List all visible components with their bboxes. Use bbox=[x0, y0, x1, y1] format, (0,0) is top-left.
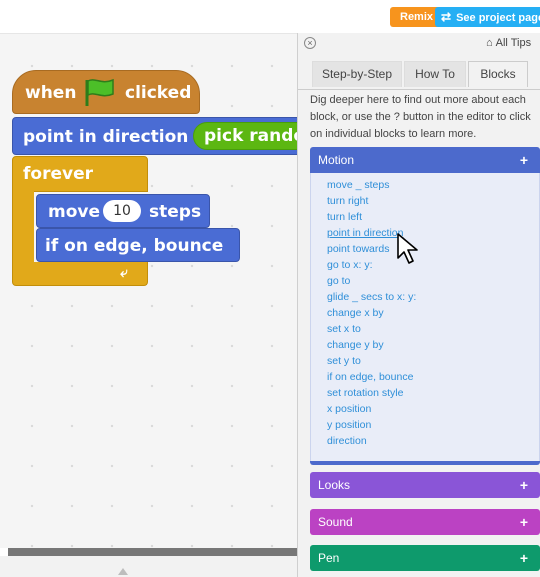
category-motion[interactable]: Motion + bbox=[310, 147, 540, 173]
when-flag-clicked-block[interactable]: when clicked bbox=[12, 70, 200, 114]
top-bar: Remix ⇄ See project page bbox=[0, 0, 540, 32]
tab-blocks[interactable]: Blocks bbox=[468, 61, 528, 87]
mouse-cursor-icon bbox=[397, 233, 418, 264]
tab-step-by-step[interactable]: Step-by-Step bbox=[312, 61, 402, 87]
tips-tabs: Step-by-Step How To Blocks bbox=[312, 61, 528, 87]
point-in-direction-block[interactable]: point in direction pick random bbox=[12, 117, 333, 155]
list-item[interactable]: set rotation style bbox=[327, 387, 403, 399]
list-item[interactable]: go to x: y: bbox=[327, 259, 373, 271]
plus-icon: + bbox=[519, 477, 528, 493]
see-project-page-button[interactable]: ⇄ See project page bbox=[435, 7, 540, 27]
home-icon: ⌂ bbox=[486, 37, 493, 49]
stage-bottom-strip bbox=[0, 556, 297, 577]
forever-block-arm bbox=[12, 190, 34, 268]
list-item[interactable]: glide _ secs to x: y: bbox=[327, 291, 416, 303]
horizontal-scrollbar[interactable] bbox=[8, 548, 297, 556]
list-item[interactable]: go to bbox=[327, 275, 350, 287]
list-item[interactable]: y position bbox=[327, 419, 371, 431]
list-item[interactable]: point towards bbox=[327, 243, 389, 255]
expand-arrow-icon[interactable] bbox=[118, 568, 128, 575]
all-tips-label: All Tips bbox=[495, 37, 532, 49]
list-item[interactable]: change x by bbox=[327, 307, 384, 319]
category-sound[interactable]: Sound + bbox=[310, 509, 540, 535]
if-on-edge-bounce-label: if on edge, bounce bbox=[45, 236, 224, 256]
plus-icon: + bbox=[519, 152, 528, 168]
list-item[interactable]: move _ steps bbox=[327, 179, 389, 191]
forever-label: forever bbox=[23, 164, 93, 184]
tips-panel: × ⌂ All Tips Step-by-Step How To Blocks D… bbox=[297, 33, 540, 577]
category-pen-label: Pen bbox=[318, 551, 340, 565]
list-item[interactable]: if on edge, bounce bbox=[327, 371, 413, 383]
forever-block[interactable]: forever bbox=[12, 156, 148, 192]
tips-intro-text: Dig deeper here to find out more about e… bbox=[310, 94, 531, 140]
category-pen[interactable]: Pen + bbox=[310, 545, 540, 571]
move-steps-block[interactable]: move 10 steps bbox=[36, 194, 210, 228]
motion-block-list: move _ steps turn right turn left point … bbox=[310, 173, 540, 461]
when-label: when bbox=[25, 83, 77, 103]
list-item[interactable]: direction bbox=[327, 435, 367, 447]
list-item[interactable]: change y by bbox=[327, 339, 384, 351]
list-item[interactable]: turn right bbox=[327, 195, 368, 207]
tab-divider bbox=[298, 89, 540, 90]
see-project-page-label: See project page bbox=[456, 12, 540, 24]
category-motion-label: Motion bbox=[318, 153, 355, 167]
list-item[interactable]: turn left bbox=[327, 211, 362, 223]
list-item[interactable]: point in direction bbox=[327, 227, 403, 239]
category-sound-label: Sound bbox=[318, 515, 353, 529]
loop-arrow-icon: ⤶ bbox=[120, 264, 128, 280]
category-looks[interactable]: Looks + bbox=[310, 472, 540, 498]
list-item[interactable]: x position bbox=[327, 403, 371, 415]
plus-icon: + bbox=[519, 550, 528, 566]
if-on-edge-bounce-block[interactable]: if on edge, bounce bbox=[36, 228, 240, 262]
move-label: move bbox=[48, 202, 101, 222]
steps-label: steps bbox=[149, 202, 202, 222]
motion-list-footer bbox=[310, 461, 540, 465]
list-item[interactable]: set x to bbox=[327, 323, 361, 335]
category-looks-label: Looks bbox=[318, 478, 351, 492]
share-icon: ⇄ bbox=[441, 10, 452, 24]
tab-how-to[interactable]: How To bbox=[404, 61, 466, 87]
point-in-direction-label: point in direction bbox=[23, 127, 189, 147]
close-icon[interactable]: × bbox=[304, 37, 316, 49]
plus-icon: + bbox=[519, 514, 528, 530]
all-tips-link[interactable]: ⌂ All Tips bbox=[486, 37, 531, 49]
green-flag-icon bbox=[85, 78, 114, 106]
clicked-label: clicked bbox=[125, 83, 192, 103]
list-item[interactable]: set y to bbox=[327, 355, 361, 367]
move-steps-input[interactable]: 10 bbox=[103, 200, 141, 222]
